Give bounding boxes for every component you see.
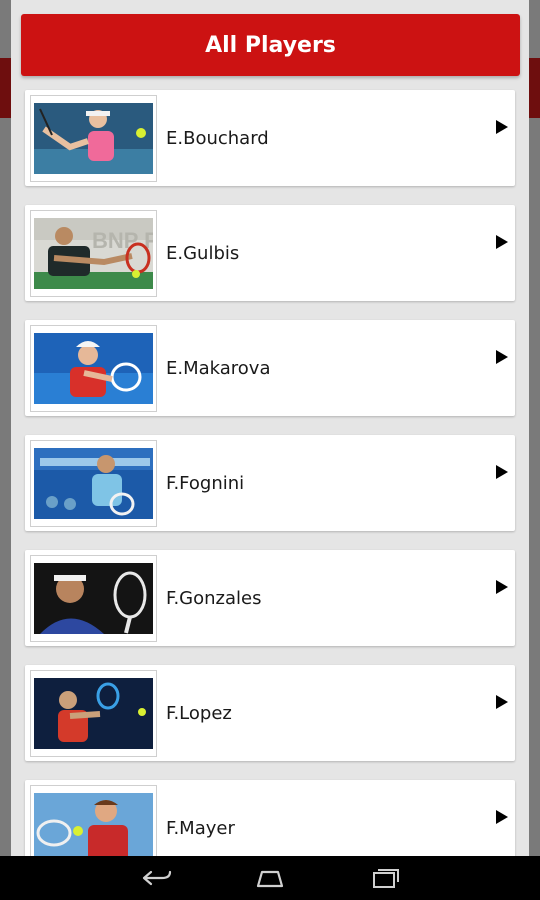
chevron-right-icon <box>496 350 508 364</box>
player-photo-frame <box>30 95 157 182</box>
player-row-bouchard[interactable]: E.Bouchard <box>25 90 515 186</box>
player-photo-frame <box>30 555 157 642</box>
chevron-right-icon <box>496 120 508 134</box>
player-name: E.Gulbis <box>166 242 240 264</box>
player-name: E.Makarova <box>166 357 271 379</box>
player-photo <box>34 103 153 174</box>
player-row-lopez[interactable]: F.Lopez <box>25 665 515 761</box>
back-icon[interactable] <box>136 864 176 892</box>
chevron-right-icon <box>496 465 508 479</box>
player-photo-frame <box>30 325 157 412</box>
player-photo: BNP P <box>34 218 153 289</box>
svg-text:BNP P: BNP P <box>92 228 153 253</box>
chevron-right-icon <box>496 695 508 709</box>
player-photo <box>34 563 153 634</box>
dialog-header: All Players <box>21 14 520 76</box>
chevron-right-icon <box>496 810 508 824</box>
player-photo-frame: BNP P <box>30 210 157 297</box>
player-row-mayer[interactable]: F.Mayer <box>25 780 515 856</box>
chevron-right-icon <box>496 235 508 249</box>
player-photo <box>34 333 153 404</box>
home-icon[interactable] <box>250 864 290 892</box>
player-name: F.Mayer <box>166 817 235 839</box>
player-row-gulbis[interactable]: BNP P E.Gulbis <box>25 205 515 301</box>
player-photo-frame <box>30 440 157 527</box>
player-photo-frame <box>30 785 157 856</box>
player-name: F.Fognini <box>166 472 245 494</box>
chevron-right-icon <box>496 580 508 594</box>
player-row-gonzales[interactable]: F.Gonzales <box>25 550 515 646</box>
players-list[interactable]: E.Bouchard BNP P E.Gulbis E.Makarova F.F… <box>25 90 515 856</box>
recents-icon[interactable] <box>366 864 406 892</box>
player-name: F.Lopez <box>166 702 232 724</box>
player-row-makarova[interactable]: E.Makarova <box>25 320 515 416</box>
player-name: E.Bouchard <box>166 127 269 149</box>
player-photo <box>34 793 153 856</box>
dialog-title: All Players <box>205 32 336 58</box>
player-photo <box>34 448 153 519</box>
players-dialog: All Players E.Bouchard BNP P E.Gulbis E.… <box>11 0 529 856</box>
player-photo <box>34 678 153 749</box>
player-name: F.Gonzales <box>166 587 262 609</box>
player-photo-frame <box>30 670 157 757</box>
player-row-fognini[interactable]: F.Fognini <box>25 435 515 531</box>
system-nav-bar <box>0 856 540 900</box>
